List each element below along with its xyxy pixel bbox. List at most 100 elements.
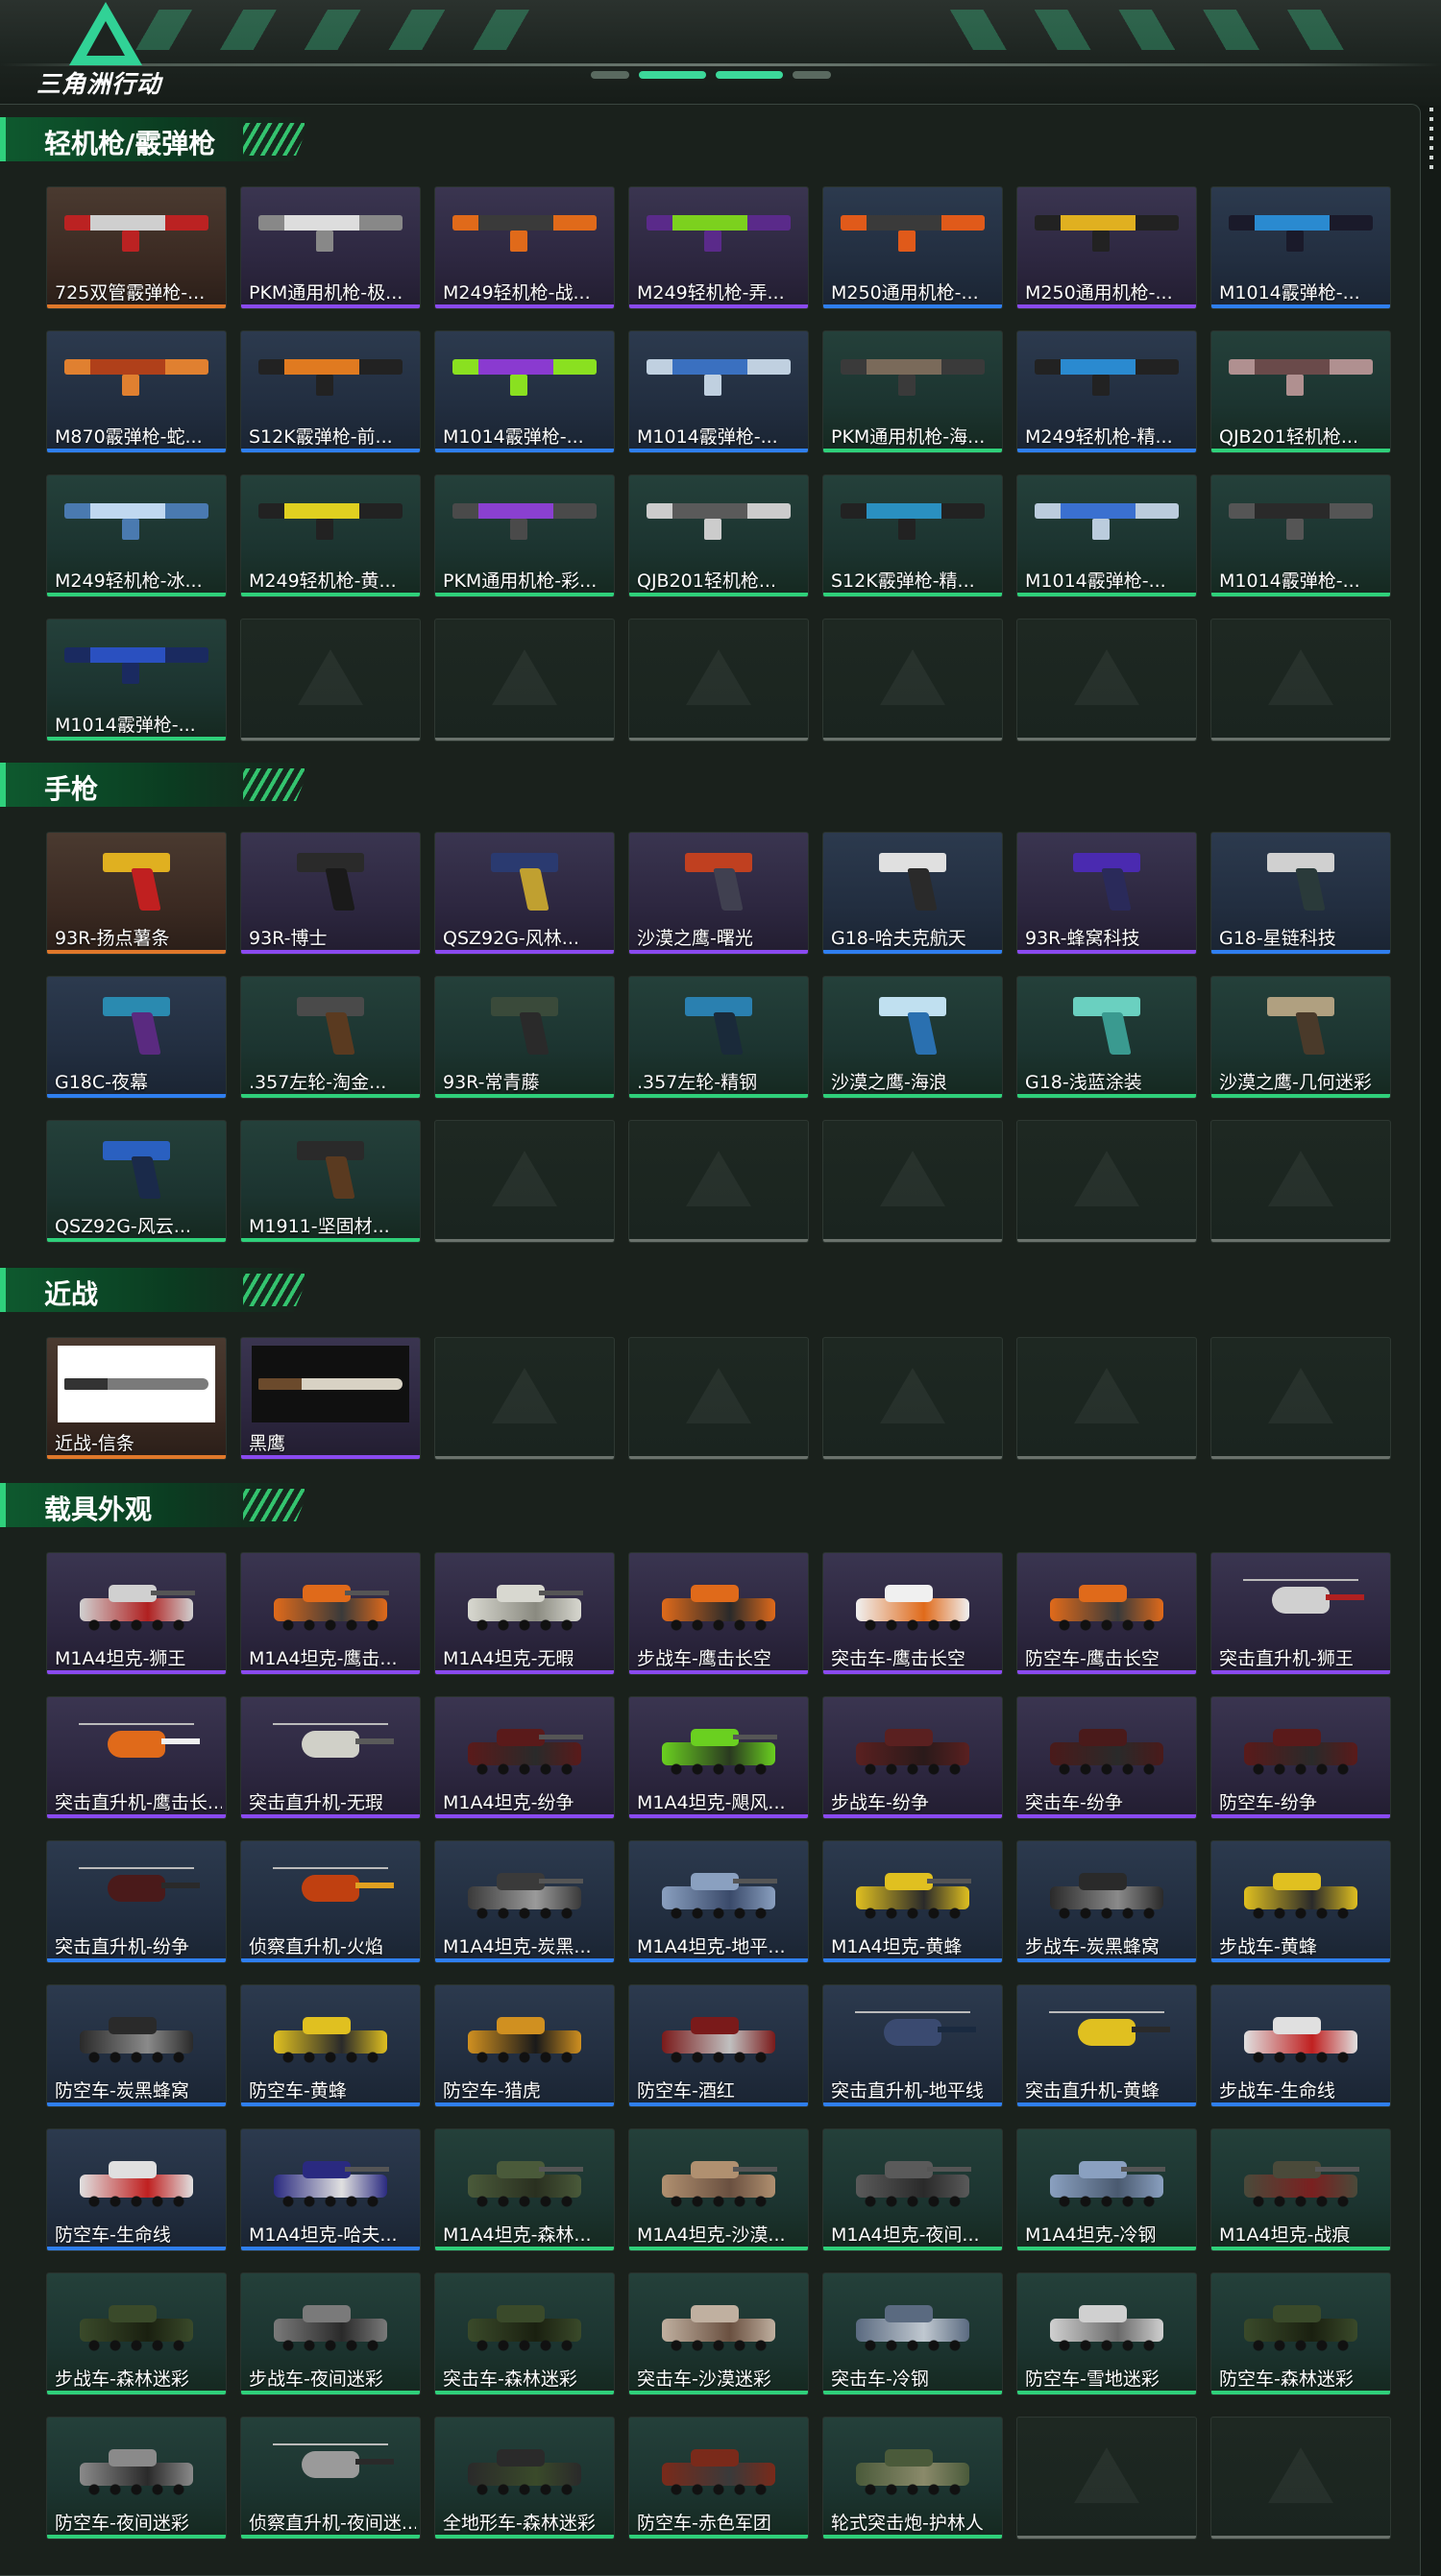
skin-card[interactable]: M870霰弹枪-蛇...: [46, 330, 227, 453]
skin-card[interactable]: 突击车-纷争: [1016, 1696, 1197, 1819]
placeholder-logo-icon: [1268, 1151, 1333, 1207]
skin-card[interactable]: 步战车-生命线: [1210, 1984, 1391, 2107]
skin-card[interactable]: M1A4坦克-鹰击...: [240, 1552, 421, 1675]
skin-card[interactable]: 防空车-酒红: [628, 1984, 809, 2107]
skin-card[interactable]: 突击直升机-纷争: [46, 1840, 227, 1963]
skin-card[interactable]: 防空车-雪地迷彩: [1016, 2272, 1197, 2395]
skin-card[interactable]: 近战-信条: [46, 1337, 227, 1460]
skin-card[interactable]: 步战车-夜间迷彩: [240, 2272, 421, 2395]
skin-card[interactable]: M1014霰弹枪-...: [1210, 186, 1391, 309]
skin-name: 步战车-纷争: [831, 1792, 929, 1813]
skin-card[interactable]: 突击直升机-狮王: [1210, 1552, 1391, 1675]
skin-card[interactable]: 沙漠之鹰-几何迷彩: [1210, 976, 1391, 1099]
skin-card[interactable]: 突击直升机-无瑕: [240, 1696, 421, 1819]
scrollbar[interactable]: [1429, 108, 1433, 169]
skin-card[interactable]: 725双管霰弹枪-...: [46, 186, 227, 309]
car-icon: [1044, 1710, 1169, 1777]
skin-card[interactable]: 突击车-冷钢: [822, 2272, 1003, 2395]
skin-card[interactable]: 黑鹰: [240, 1337, 421, 1460]
skin-card[interactable]: M1A4坦克-无暇: [434, 1552, 615, 1675]
skin-card[interactable]: M1A4坦克-冷钢: [1016, 2128, 1197, 2251]
skin-card[interactable]: M249轻机枪-精...: [1016, 330, 1197, 453]
skin-card[interactable]: 防空车-鹰击长空: [1016, 1552, 1197, 1675]
skin-card[interactable]: M1A4坦克-地平...: [628, 1840, 809, 1963]
skin-card[interactable]: 全地形车-森林迷彩: [434, 2417, 615, 2540]
skin-card[interactable]: M250通用机枪-...: [822, 186, 1003, 309]
skin-card[interactable]: M1911-坚固材...: [240, 1120, 421, 1243]
rarity-bar: [435, 1094, 614, 1098]
skin-card[interactable]: M1A4坦克-战痕: [1210, 2128, 1391, 2251]
skin-card[interactable]: 侦察直升机-火焰: [240, 1840, 421, 1963]
skin-card[interactable]: G18C-夜幕: [46, 976, 227, 1099]
skin-card[interactable]: M249轻机枪-冰...: [46, 474, 227, 597]
skin-card[interactable]: 93R-扬点薯条: [46, 832, 227, 955]
skin-card[interactable]: 突击直升机-鹰击长...: [46, 1696, 227, 1819]
skin-card[interactable]: M1A4坦克-纷争: [434, 1696, 615, 1819]
skin-card[interactable]: 防空车-纷争: [1210, 1696, 1391, 1819]
skin-card[interactable]: M1A4坦克-森林...: [434, 2128, 615, 2251]
skin-card[interactable]: M1A4坦克-狮王: [46, 1552, 227, 1675]
skin-card[interactable]: 93R-博士: [240, 832, 421, 955]
skin-card[interactable]: 防空车-炭黑蜂窝: [46, 1984, 227, 2107]
skin-card[interactable]: M1014霰弹枪-...: [434, 330, 615, 453]
skin-card[interactable]: QJB201轻机枪...: [1210, 330, 1391, 453]
skin-card[interactable]: QSZ92G-风云...: [46, 1120, 227, 1243]
skin-card[interactable]: 沙漠之鹰-曙光: [628, 832, 809, 955]
skin-card[interactable]: 步战车-鹰击长空: [628, 1552, 809, 1675]
skin-card[interactable]: 防空车-生命线: [46, 2128, 227, 2251]
skin-card[interactable]: 突击车-沙漠迷彩: [628, 2272, 809, 2395]
skin-card[interactable]: M1A4坦克-沙漠...: [628, 2128, 809, 2251]
skin-card[interactable]: 93R-常青藤: [434, 976, 615, 1099]
skin-card[interactable]: 防空车-赤色军团: [628, 2417, 809, 2540]
empty-slot: [822, 619, 1003, 741]
skin-card[interactable]: M1014霰弹枪-...: [1210, 474, 1391, 597]
weapon-body: [841, 359, 985, 375]
skin-card[interactable]: G18-哈夫克航天: [822, 832, 1003, 955]
skin-card[interactable]: 步战车-黄蜂: [1210, 1840, 1391, 1963]
skin-card[interactable]: 轮式突击炮-护林人: [822, 2417, 1003, 2540]
skin-card[interactable]: G18-浅蓝涂装: [1016, 976, 1197, 1099]
skin-card[interactable]: 突击直升机-地平线: [822, 1984, 1003, 2107]
rarity-bar: [435, 950, 614, 954]
skin-card[interactable]: M1014霰弹枪-...: [628, 330, 809, 453]
skin-card[interactable]: PKM通用机枪-彩...: [434, 474, 615, 597]
skin-card[interactable]: M1A4坦克-黄蜂: [822, 1840, 1003, 1963]
skin-card[interactable]: M1A4坦克-哈夫...: [240, 2128, 421, 2251]
skin-card[interactable]: 步战车-森林迷彩: [46, 2272, 227, 2395]
tank-icon: [656, 1854, 781, 1921]
skin-card[interactable]: M249轻机枪-弄...: [628, 186, 809, 309]
skin-card[interactable]: S12K霰弹枪-精...: [822, 474, 1003, 597]
skin-card[interactable]: M1A4坦克-炭黑...: [434, 1840, 615, 1963]
skin-card[interactable]: 步战车-纷争: [822, 1696, 1003, 1819]
skin-card[interactable]: 沙漠之鹰-海浪: [822, 976, 1003, 1099]
skin-card[interactable]: QJB201轻机枪...: [628, 474, 809, 597]
skin-card[interactable]: M1014霰弹枪-...: [46, 619, 227, 741]
skin-card[interactable]: 防空车-森林迷彩: [1210, 2272, 1391, 2395]
skin-card[interactable]: PKM通用机枪-海...: [822, 330, 1003, 453]
skin-card[interactable]: M1014霰弹枪-...: [1016, 474, 1197, 597]
skin-card[interactable]: M250通用机枪-...: [1016, 186, 1197, 309]
vehicle-gun: [1315, 2167, 1359, 2172]
skin-card[interactable]: S12K霰弹枪-前...: [240, 330, 421, 453]
item-art: [823, 2273, 1002, 2366]
skin-card[interactable]: 突击车-森林迷彩: [434, 2272, 615, 2395]
skin-card[interactable]: 防空车-猎虎: [434, 1984, 615, 2107]
skin-card[interactable]: 侦察直升机-夜间迷...: [240, 2417, 421, 2540]
skin-card[interactable]: M1A4坦克-夜间...: [822, 2128, 1003, 2251]
skin-card[interactable]: 93R-蜂窝科技: [1016, 832, 1197, 955]
skin-card[interactable]: M249轻机枪-战...: [434, 186, 615, 309]
skin-card[interactable]: .357左轮-精钢: [628, 976, 809, 1099]
skin-card[interactable]: M249轻机枪-黄...: [240, 474, 421, 597]
skin-card[interactable]: 防空车-夜间迷彩: [46, 2417, 227, 2540]
skin-card[interactable]: QSZ92G-风林...: [434, 832, 615, 955]
skin-name: 沙漠之鹰-几何迷彩: [1219, 1072, 1372, 1093]
skin-card[interactable]: .357左轮-淘金...: [240, 976, 421, 1099]
skin-card[interactable]: 突击车-鹰击长空: [822, 1552, 1003, 1675]
skin-card[interactable]: 步战车-炭黑蜂窝: [1016, 1840, 1197, 1963]
skin-card[interactable]: M1A4坦克-飓风...: [628, 1696, 809, 1819]
skin-card[interactable]: PKM通用机枪-极...: [240, 186, 421, 309]
skin-card[interactable]: 突击直升机-黄蜂: [1016, 1984, 1197, 2107]
skin-card[interactable]: 防空车-黄蜂: [240, 1984, 421, 2107]
vehicle-wheels: [85, 1619, 187, 1631]
skin-card[interactable]: G18-星链科技: [1210, 832, 1391, 955]
